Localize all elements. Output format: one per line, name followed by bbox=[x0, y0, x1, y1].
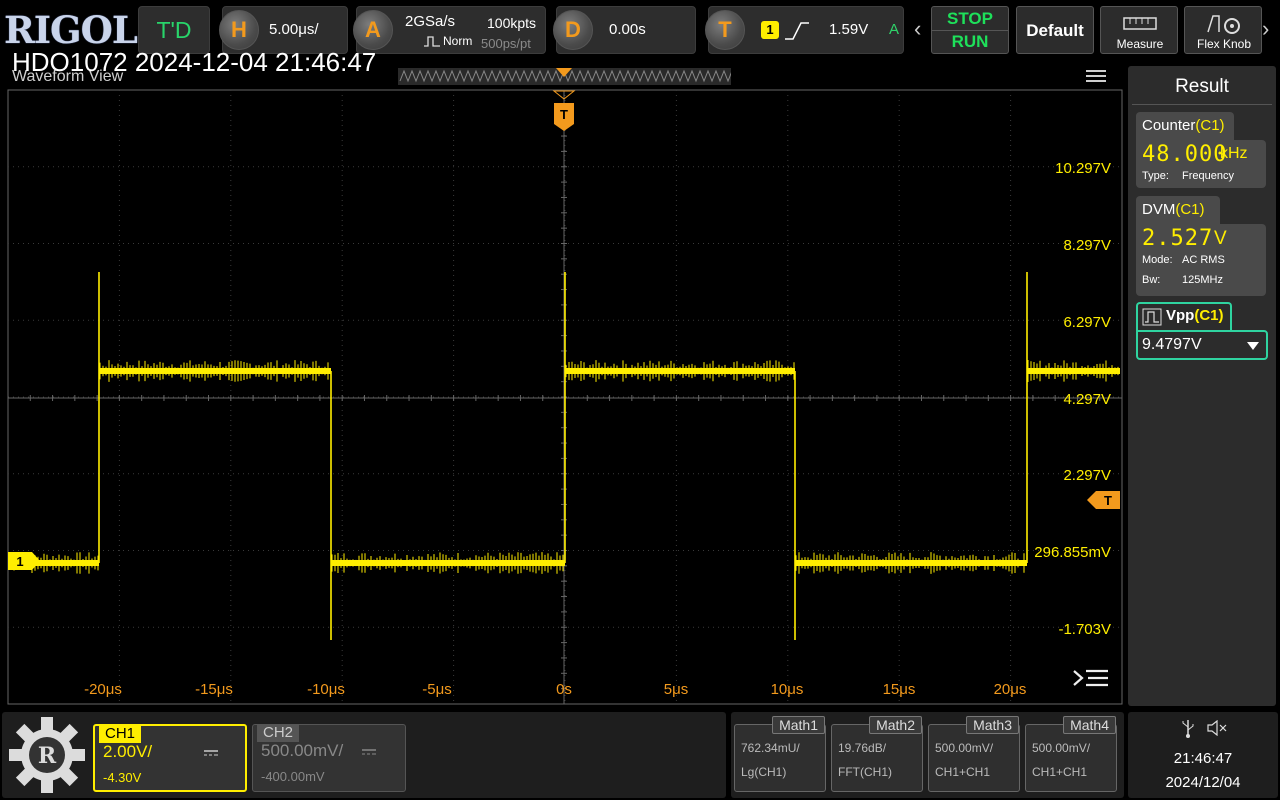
ch1-chip[interactable]: CH1 2.00V/ -4.30V bbox=[93, 724, 247, 792]
ch2-chip[interactable]: CH2 500.00mV/ -400.00mV bbox=[252, 724, 406, 792]
volt-tick-label: 8.297V bbox=[1063, 237, 1111, 254]
dc-coupling-icon bbox=[204, 750, 218, 756]
gear-tooth bbox=[71, 749, 85, 761]
math1-source: Lg(CH1) bbox=[741, 765, 787, 779]
ch1-offset: -4.30V bbox=[103, 770, 142, 785]
volt-tick-label: 6.297V bbox=[1063, 314, 1111, 331]
dc-coupling-icon bbox=[362, 749, 376, 755]
ch1-scale: 2.00V/ bbox=[103, 742, 153, 761]
counter-tab[interactable]: Counter(C1) bbox=[1136, 112, 1234, 140]
math2-chip[interactable]: Math2 19.76dB/ FFT(CH1) bbox=[831, 716, 923, 792]
result-panel: Result Counter(C1) 48.000 kHz Type: Freq… bbox=[1128, 66, 1276, 706]
math4-chip[interactable]: Math4 500.00mV/ CH1+CH1 bbox=[1025, 716, 1117, 792]
math2-name: Math2 bbox=[869, 716, 922, 734]
math4-source: CH1+CH1 bbox=[1032, 765, 1088, 779]
math4-name: Math4 bbox=[1063, 716, 1116, 734]
math4-scale: 500.00mV/ bbox=[1032, 741, 1091, 755]
memory-trigger-marker bbox=[556, 68, 572, 77]
time-tick-label: -20μs bbox=[84, 681, 122, 698]
ch2-name: CH2 bbox=[257, 724, 300, 742]
time-tick-label: 10μs bbox=[771, 681, 804, 698]
dvm-mode-label: Mode: bbox=[1142, 254, 1173, 266]
volt-tick-label: 296.855mV bbox=[1034, 544, 1111, 561]
math2-source: FFT(CH1) bbox=[838, 765, 892, 779]
trigger-position-label: T bbox=[560, 107, 568, 122]
vpp-value: 9.4797V bbox=[1142, 336, 1202, 353]
rigol-home-button[interactable]: R bbox=[8, 716, 86, 794]
trace-level bbox=[795, 560, 1027, 566]
ch1-name: CH1 bbox=[99, 725, 142, 743]
counter-card[interactable]: 48.000 kHz Type: Frequency bbox=[1136, 140, 1266, 188]
time-tick-label: 5μs bbox=[664, 681, 689, 698]
waveform-grid[interactable]: -20μs -15μs -10μs -5μs 0s 5μs 10μs 15μs 20μs 10.2… bbox=[0, 0, 1280, 800]
vpp-channel: (C1) bbox=[1194, 307, 1224, 324]
math3-scale: 500.00mV/ bbox=[935, 741, 994, 755]
time-tick-label: -15μs bbox=[195, 681, 233, 698]
math3-name: Math3 bbox=[966, 716, 1019, 734]
dvm-unit: V bbox=[1214, 228, 1227, 249]
volt-tick-label: -1.703V bbox=[1058, 621, 1111, 638]
time-tick-label: -5μs bbox=[422, 681, 451, 698]
time-tick-label: 0s bbox=[556, 681, 572, 698]
math1-scale: 762.34mU/ bbox=[741, 741, 800, 755]
counter-label: Counter bbox=[1142, 117, 1196, 134]
math3-source: CH1+CH1 bbox=[935, 765, 991, 779]
counter-channel: (C1) bbox=[1195, 117, 1225, 134]
dvm-bw-value: 125MHz bbox=[1182, 274, 1223, 286]
speaker-muted-icon[interactable] bbox=[1206, 720, 1228, 736]
gear-tooth bbox=[41, 779, 53, 793]
ch2-scale: 500.00mV/ bbox=[261, 741, 344, 760]
time-tick-label: -10μs bbox=[307, 681, 345, 698]
counter-type-value: Frequency bbox=[1182, 170, 1234, 182]
dvm-card[interactable]: 2.527 V Mode: AC RMS Bw: 125MHz bbox=[1136, 224, 1266, 296]
counter-type-label: Type: bbox=[1142, 170, 1169, 182]
dvm-mode-value: AC RMS bbox=[1182, 254, 1225, 266]
counter-unit: kHz bbox=[1220, 145, 1248, 162]
gear-tooth bbox=[9, 749, 23, 761]
ch2-offset: -400.00mV bbox=[261, 769, 325, 784]
trace-level bbox=[99, 368, 331, 374]
dvm-bw-label: Bw: bbox=[1142, 274, 1161, 286]
math3-chip[interactable]: Math3 500.00mV/ CH1+CH1 bbox=[928, 716, 1020, 792]
dvm-channel: (C1) bbox=[1175, 201, 1205, 218]
vpp-label: Vpp bbox=[1166, 307, 1195, 324]
status-area: 21:46:47 2024/12/04 bbox=[1128, 712, 1278, 798]
ch1-marker-label: 1 bbox=[16, 554, 23, 569]
volt-tick-label: 2.297V bbox=[1063, 467, 1111, 484]
chevron-down-icon[interactable] bbox=[1246, 341, 1260, 351]
math1-name: Math1 bbox=[772, 716, 825, 734]
vpp-tab[interactable]: Vpp(C1) bbox=[1136, 302, 1232, 330]
counter-value: 48.000 bbox=[1142, 142, 1228, 167]
vpp-card[interactable]: 9.4797V bbox=[1136, 330, 1268, 360]
status-time: 21:46:47 bbox=[1173, 750, 1233, 767]
vpp-measure-icon bbox=[1142, 308, 1162, 326]
volt-tick-label: 10.297V bbox=[1055, 160, 1111, 177]
math2-scale: 19.76dB/ bbox=[838, 741, 887, 755]
dvm-value: 2.527 bbox=[1142, 226, 1214, 251]
dvm-tab[interactable]: DVM(C1) bbox=[1136, 196, 1220, 224]
time-tick-label: 20μs bbox=[994, 681, 1027, 698]
dvm-label: DVM bbox=[1142, 201, 1176, 218]
math1-chip[interactable]: Math1 762.34mU/ Lg(CH1) bbox=[734, 716, 826, 792]
time-tick-label: 15μs bbox=[883, 681, 916, 698]
gear-tooth bbox=[41, 717, 53, 731]
usb-icon bbox=[1182, 720, 1194, 738]
result-title: Result bbox=[1175, 76, 1229, 97]
status-date: 2024/12/04 bbox=[1165, 774, 1241, 791]
rigol-r-icon: R bbox=[38, 743, 57, 769]
volt-tick-label: 4.297V bbox=[1063, 391, 1111, 408]
trigger-level-label: T bbox=[1104, 493, 1112, 508]
